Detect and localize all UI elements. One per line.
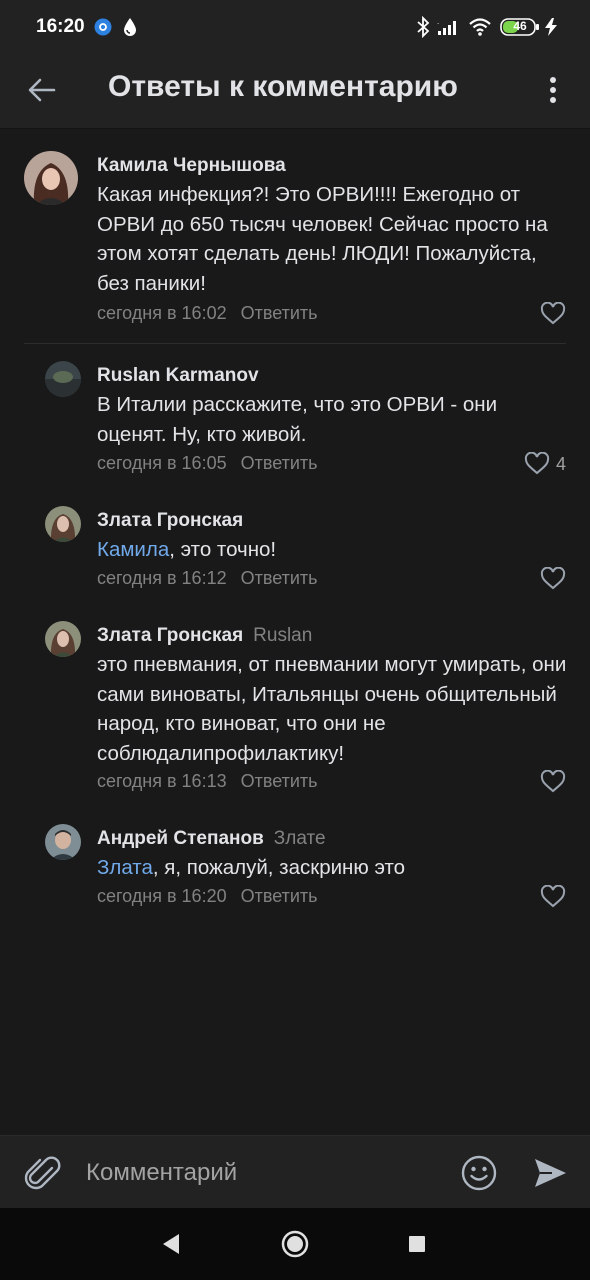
thread-divider: [24, 343, 566, 344]
paperclip-icon: [24, 1156, 61, 1190]
page-title: Ответы к комментарию: [108, 70, 458, 103]
reply-button[interactable]: Ответить: [241, 568, 318, 588]
comment-time: сегодня в 16:20: [97, 886, 227, 906]
send-button[interactable]: [530, 1152, 570, 1194]
system-back-button[interactable]: [153, 1226, 189, 1262]
comment-meta: сегодня в 16:12 Ответить: [97, 568, 318, 589]
like-button[interactable]: [540, 770, 566, 794]
comment-composer: [0, 1135, 590, 1208]
avatar[interactable]: [45, 506, 81, 542]
comment-body: это пневмания, от пневмании могут умират…: [97, 653, 567, 765]
reply-to-name[interactable]: Ruslan: [253, 625, 312, 646]
like-button[interactable]: 4: [524, 452, 566, 476]
heart-icon: [540, 567, 566, 590]
status-time: 16:20: [36, 16, 85, 37]
author-name: Андрей Степанов: [97, 828, 264, 849]
system-navigation-bar: [0, 1208, 590, 1280]
back-button[interactable]: [22, 70, 62, 110]
comment-text: Злата, я, пожалуй, заскриню это: [97, 853, 567, 883]
heart-icon: [524, 452, 550, 475]
reply-button[interactable]: Ответить: [241, 303, 318, 323]
heart-icon: [540, 770, 566, 793]
attach-button[interactable]: [22, 1152, 64, 1194]
avatar[interactable]: [45, 361, 81, 397]
comment-time: сегодня в 16:05: [97, 453, 227, 473]
like-button[interactable]: [540, 567, 566, 591]
author-name: Ruslan Karmanov: [97, 365, 259, 386]
comment-author[interactable]: Камила Чернышова: [97, 155, 286, 177]
author-name: Злата Гронская: [97, 625, 244, 646]
bluetooth-icon: [417, 16, 430, 38]
comment-text: Какая инфекция?! Это ОРВИ!!!! Ежегодно о…: [97, 180, 567, 298]
comment-text: В Италии расскажите, что это ОРВИ - они …: [97, 390, 567, 449]
comment-body: В Италии расскажите, что это ОРВИ - они …: [97, 393, 498, 446]
system-recents-button[interactable]: [399, 1226, 435, 1262]
emoji-button[interactable]: [458, 1152, 500, 1194]
comment-author[interactable]: Злата Гронская: [97, 510, 243, 532]
like-button[interactable]: [540, 885, 566, 909]
comment-text: это пневмания, от пневмании могут умират…: [97, 650, 567, 768]
comment-body: , я, пожалуй, заскриню это: [152, 856, 406, 879]
status-bar: 16:20 · 46: [0, 0, 590, 56]
charging-icon: [545, 18, 557, 36]
avatar-image: [45, 824, 81, 860]
comment-author[interactable]: Злата Гронская Ruslan: [97, 625, 312, 647]
vertical-dots-icon: [550, 77, 556, 103]
water-drop-icon: [124, 18, 136, 36]
system-home-button[interactable]: [277, 1226, 313, 1262]
avatar-image: [45, 506, 81, 542]
like-count: 4: [555, 453, 566, 474]
vk-notification-icon: [94, 18, 112, 36]
recents-square-icon: [409, 1236, 425, 1252]
author-name: Злата Гронская: [97, 510, 244, 531]
svg-text:·: ·: [437, 20, 439, 28]
smiley-icon: [461, 1155, 497, 1191]
comment-input[interactable]: [86, 1154, 436, 1192]
comment-meta: сегодня в 16:13 Ответить: [97, 771, 318, 792]
comment-author[interactable]: Ruslan Karmanov: [97, 365, 259, 387]
like-button[interactable]: [540, 302, 566, 326]
mention-link[interactable]: Камила: [97, 538, 169, 561]
back-triangle-icon: [163, 1234, 179, 1254]
reply-button[interactable]: Ответить: [241, 771, 318, 791]
send-arrow-icon: [535, 1159, 566, 1187]
avatar-image: [45, 621, 81, 657]
comment-text: Камила, это точно!: [97, 535, 567, 565]
avatar[interactable]: [24, 151, 78, 205]
arrow-left-icon: [28, 78, 56, 102]
author-name: Камила Чернышова: [97, 155, 286, 176]
app-header: Ответы к комментарию: [0, 56, 590, 129]
home-circle-icon: [281, 1230, 309, 1258]
heart-icon: [540, 885, 566, 908]
comment-author[interactable]: Андрей Степанов Злате: [97, 828, 326, 850]
reply-button[interactable]: Ответить: [241, 886, 318, 906]
avatar[interactable]: [45, 621, 81, 657]
comment-time: сегодня в 16:12: [97, 568, 227, 588]
mention-link[interactable]: Злата: [97, 856, 153, 879]
signal-icon: ·: [437, 20, 456, 35]
avatar[interactable]: [45, 824, 81, 860]
battery-level: 46: [513, 19, 527, 33]
avatar-image: [24, 151, 78, 205]
comment-body: , это точно!: [169, 538, 277, 561]
comment-time: сегодня в 16:02: [97, 303, 227, 323]
more-options-button[interactable]: [538, 70, 568, 110]
comment-meta: сегодня в 16:05 Ответить: [97, 453, 318, 474]
reply-to-name[interactable]: Злате: [274, 828, 326, 849]
avatar-image: [45, 361, 81, 397]
comment-body: Какая инфекция?! Это ОРВИ!!!! Ежегодно о…: [97, 183, 548, 295]
reply-button[interactable]: Ответить: [241, 453, 318, 473]
heart-icon: [540, 302, 566, 325]
wifi-icon: [469, 18, 491, 36]
comment-meta: сегодня в 16:02 Ответить: [97, 303, 318, 324]
comment-time: сегодня в 16:13: [97, 771, 227, 791]
comment-meta: сегодня в 16:20 Ответить: [97, 886, 318, 907]
